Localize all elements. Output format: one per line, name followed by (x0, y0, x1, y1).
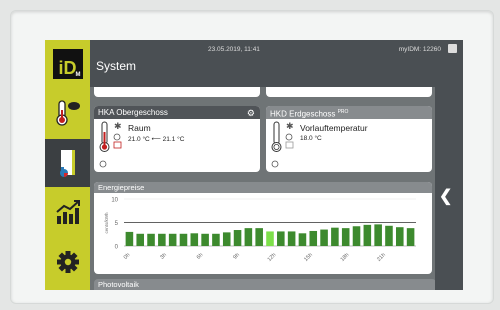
card-stub-left (94, 87, 260, 97)
chart-bar (222, 232, 231, 246)
card-label: Vorlauftemperatur (300, 123, 368, 133)
energy-prices-header: Energiepreise (94, 182, 432, 193)
x-tick-label: 18h (340, 252, 351, 263)
sidebar: iD M (45, 40, 90, 290)
y-tick-label: 0 (115, 245, 119, 251)
thermometer-pro-icon (55, 100, 80, 126)
card-stub-right (266, 87, 432, 97)
chart-bar (298, 233, 307, 246)
circuit-status-icons: ✱ (99, 121, 122, 168)
chevron-left-icon[interactable]: ❮ (439, 186, 452, 206)
chart-bar (212, 233, 220, 246)
chart-bar (179, 233, 188, 246)
chart-bar (385, 225, 393, 246)
chart-bar (395, 227, 404, 246)
pro-badge: PRO (337, 109, 349, 115)
x-tick-label: 15h (303, 252, 314, 263)
sidebar-item-building[interactable] (45, 139, 90, 187)
photovoltaik-panel-header[interactable]: Photovoltaik (94, 279, 436, 290)
statistics-icon (55, 200, 80, 224)
chart-bar (233, 230, 242, 246)
x-tick-label: 21h (376, 252, 387, 263)
idm-logo: iD M (52, 48, 83, 79)
chart-bar (374, 224, 382, 246)
card-value: 18.0 °C (300, 135, 322, 142)
gear-icon (56, 251, 79, 273)
card-title: HKD Erdgeschoss (270, 109, 336, 119)
card-header: HKA Obergeschoss ⚙ (94, 106, 260, 119)
chart-bar (309, 230, 318, 246)
y-tick-label: 10 (111, 198, 118, 204)
x-tick-label: 0h (123, 252, 132, 261)
chart-bar (287, 231, 296, 246)
header: 23.05.2019, 11:41 myIDM: 12260 System (90, 40, 463, 87)
svg-text:✱: ✱ (286, 121, 294, 131)
chart-bar (147, 233, 155, 246)
chart-bar (277, 231, 285, 246)
chart-bar (201, 233, 209, 246)
logo-text: iD (58, 57, 77, 78)
card-label: Raum (128, 123, 151, 133)
chart-bar (406, 228, 415, 246)
x-tick-label: 9h (232, 252, 241, 261)
device-icon[interactable] (448, 44, 457, 53)
chart-bar (320, 229, 328, 246)
x-tick-label: 12h (267, 252, 278, 263)
card-header: HKD Erdgeschoss PRO (266, 106, 432, 119)
heating-circuit-card-d[interactable]: HKD Erdgeschoss PRO ✱ Vorlauftemperatur … (266, 106, 432, 172)
user-id: myIDM: 12260 (398, 46, 441, 53)
chart-bar (136, 233, 145, 246)
heating-circuit-card-a[interactable]: HKA Obergeschoss ⚙ ✱ Raum 21.0 °C ⟵ 21.1… (94, 106, 260, 172)
gear-icon[interactable]: ⚙ (247, 107, 255, 120)
building-icon (59, 150, 75, 177)
sidebar-item-settings[interactable] (45, 238, 90, 286)
y-axis-label: cents/kWh (104, 212, 109, 234)
circuit-status-icons: ✱ (271, 121, 294, 168)
sidebar-item-statistics[interactable] (45, 188, 90, 236)
content-area: HKA Obergeschoss ⚙ ✱ Raum 21.0 °C ⟵ 21.1… (90, 87, 436, 290)
chart-bar (331, 227, 339, 246)
chart-bar (341, 228, 350, 246)
chart-bar (255, 228, 263, 246)
energy-price-chart: 0 5 10 cents/kWh 0h 3h 6h 9h 12h 15h 18h 21h (104, 198, 416, 263)
card-value: 21.0 °C ⟵ 21.1 °C (128, 136, 185, 143)
page-title: System (96, 59, 137, 73)
logo: iD M (45, 40, 90, 87)
x-tick-label: 6h (196, 252, 205, 261)
chart-bar (125, 231, 134, 246)
screen: iD M 23.05.2019, 11:41 myIDM: 12260 Syst… (45, 40, 463, 290)
chart-bar (352, 226, 361, 246)
chart-bar (168, 233, 177, 246)
card-title: HKA Obergeschoss (98, 108, 168, 117)
chart-bar (363, 224, 372, 246)
svg-text:✱: ✱ (114, 121, 122, 131)
chart-bar (244, 228, 253, 246)
sidebar-item-heating[interactable] (45, 89, 90, 137)
date-time: 23.05.2019, 11:41 (208, 46, 260, 53)
chart-bar (158, 233, 166, 246)
chart-bar (266, 231, 274, 246)
y-tick-label: 5 (115, 221, 119, 227)
x-tick-label: 3h (159, 252, 168, 261)
chart-bar (190, 233, 199, 246)
energy-prices-panel[interactable]: Energiepreise 0 5 10 cents/kWh 0h 3h 6h 9h 12h 15… (94, 182, 432, 274)
logo-sub: M (75, 71, 81, 78)
